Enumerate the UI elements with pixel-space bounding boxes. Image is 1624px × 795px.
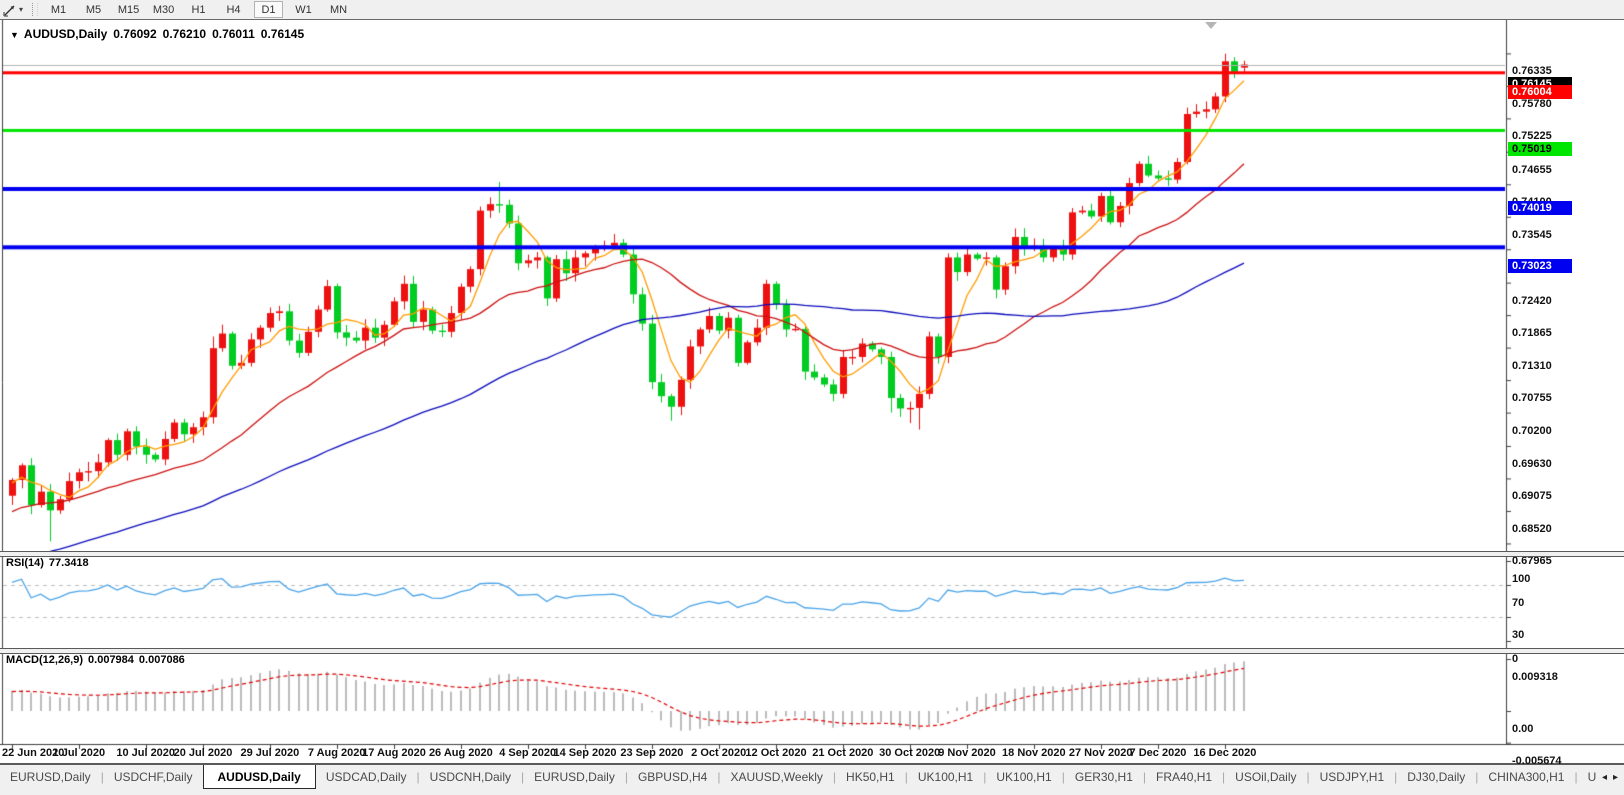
chart-tabs-bar: EURUSD,Daily | USDCHF,Daily AUDUSD,Daily USD… bbox=[0, 763, 1624, 792]
chart-ohlc-header: ▼ AUDUSD,Daily 0.76092 0.76210 0.76011 0.7614… bbox=[10, 27, 310, 41]
chart-tab-AUDUSD-Daily[interactable]: AUDUSD,Daily bbox=[202, 765, 316, 789]
price-tick-label: 0.74655 bbox=[1512, 163, 1552, 176]
timeframe-button-M30[interactable]: M30 bbox=[149, 1, 178, 18]
timeframe-button-M5[interactable]: M5 bbox=[79, 1, 108, 18]
rsi-name: RSI(14) bbox=[6, 557, 44, 569]
chart-shift-marker[interactable] bbox=[1205, 22, 1217, 29]
chart-tab-FRA40-H1[interactable]: FRA40,H1 bbox=[1146, 766, 1222, 788]
rsi-indicator-label: RSI(14) 77.3418 bbox=[6, 557, 94, 569]
chart-tab-USOil-Daily[interactable]: USOil,Daily bbox=[1225, 766, 1306, 788]
chart-tab-EURUSD-Daily[interactable]: EURUSD,Daily bbox=[524, 766, 625, 788]
timeframe-button-D1[interactable]: D1 bbox=[254, 1, 284, 18]
price-tick-label: 0.68520 bbox=[1512, 522, 1552, 535]
chart-tab-USDCNH-Daily[interactable]: USDCNH,Daily bbox=[420, 766, 521, 788]
chart-tab-CHINA300-H1[interactable]: CHINA300,H1 bbox=[1478, 766, 1574, 788]
panel-splitter-macd[interactable] bbox=[0, 648, 1624, 654]
rsi-value: 77.3418 bbox=[48, 557, 89, 569]
macd-indicator-label: MACD(12,26,9) 0.007984 0.007086 bbox=[6, 654, 190, 666]
price-tick-label: 0.71865 bbox=[1512, 327, 1552, 340]
timeframe-button-group: M1 M5 M15 M30 H1 H4 D1 W1 MN bbox=[44, 1, 353, 18]
chart-tab-DJ30-Daily[interactable]: DJ30,Daily bbox=[1397, 766, 1475, 788]
macd-value-main: 0.007984 bbox=[88, 654, 134, 666]
macd-name: MACD(12,26,9) bbox=[6, 654, 84, 666]
chart-tab-USDCAD-Daily[interactable]: USDCAD,Daily bbox=[316, 766, 417, 788]
chart-tab-GER30-H1[interactable]: GER30,H1 bbox=[1065, 766, 1143, 788]
date-tick-label: 16 Dec 2020 bbox=[1193, 747, 1257, 759]
price-tick-label: 0.72420 bbox=[1512, 294, 1552, 307]
timeframe-button-H4[interactable]: H4 bbox=[219, 1, 248, 18]
chart-tab-XAUUSD-Weekly[interactable]: XAUUSD,Weekly bbox=[720, 766, 832, 788]
price-level-badge: 0.76004 bbox=[1508, 84, 1572, 99]
price-level-badge: 0.73023 bbox=[1508, 259, 1572, 274]
price-level-badge: 0.75019 bbox=[1508, 142, 1572, 157]
chart-tab-USDJPY-H1[interactable]: USDJPY,H1 bbox=[1310, 766, 1394, 788]
tabs-scroll-controls: ◂ ▸ bbox=[1596, 765, 1624, 789]
rsi-tick-label: 70 bbox=[1512, 597, 1525, 609]
macd-tick-label: -0.005674 bbox=[1512, 754, 1562, 767]
macd-value-signal: 0.007086 bbox=[138, 654, 185, 666]
chart-toolbar: ▾ M1 M5 M15 M30 H1 H4 D1 W1 MN bbox=[0, 0, 1624, 20]
timeframe-button-M15[interactable]: M15 bbox=[114, 1, 143, 18]
status-strip bbox=[0, 790, 1624, 795]
timeframe-button-H1[interactable]: H1 bbox=[184, 1, 213, 18]
price-tick-label: 0.70755 bbox=[1512, 392, 1552, 405]
timeframe-button-M1[interactable]: M1 bbox=[44, 1, 73, 18]
chart-tabs-list: EURUSD,Daily | USDCHF,Daily AUDUSD,Daily USD… bbox=[0, 765, 1596, 789]
chart-tab-UK100-H1[interactable]: UK100,H1 bbox=[908, 766, 983, 788]
timeframe-button-MN[interactable]: MN bbox=[324, 1, 353, 18]
symbol-caret-icon: ▼ bbox=[10, 30, 19, 40]
dropdown-caret-icon: ▾ bbox=[19, 5, 24, 14]
price-level-badge: 0.74019 bbox=[1508, 201, 1572, 215]
ohlc-low: 0.76011 bbox=[212, 27, 255, 41]
tabs-scroll-left-button[interactable]: ◂ bbox=[1602, 772, 1607, 783]
toolbar-grip bbox=[32, 3, 39, 16]
timeframe-button-W1[interactable]: W1 bbox=[289, 1, 318, 18]
price-tick-label: 0.69075 bbox=[1512, 490, 1552, 503]
rsi-tick-label: 30 bbox=[1512, 629, 1525, 641]
chart-tab-EURUSD-Daily[interactable]: EURUSD,Daily bbox=[0, 766, 101, 788]
price-tick-label: 0.71310 bbox=[1512, 359, 1552, 372]
price-tick-label: 0.75780 bbox=[1512, 97, 1552, 110]
price-tick-label: 0.75225 bbox=[1512, 130, 1552, 143]
macd-tick-label: 0.00 bbox=[1512, 723, 1534, 735]
symbol-label: AUDUSD,Daily bbox=[23, 27, 108, 41]
ohlc-close: 0.76145 bbox=[260, 27, 305, 41]
cursor-tool-button[interactable]: ▾ bbox=[0, 1, 26, 18]
chart-tab-HK50-H1[interactable]: HK50,H1 bbox=[836, 766, 905, 788]
cursor-tool-icon bbox=[3, 5, 15, 16]
panel-splitter-rsi[interactable] bbox=[0, 551, 1624, 557]
chart-window: ▼ AUDUSD,Daily 0.76092 0.76210 0.76011 0.7614… bbox=[0, 19, 1624, 767]
chart-tab-USDCHF-Daily[interactable]: USDCHF,Daily bbox=[104, 766, 203, 788]
price-tick-label: 0.73545 bbox=[1512, 228, 1552, 241]
rsi-tick-label: 0 bbox=[1512, 653, 1519, 665]
chart-tab-US[interactable]: US bbox=[1578, 766, 1596, 788]
price-tick-label: 0.70200 bbox=[1512, 424, 1552, 437]
price-tick-label: 0.67965 bbox=[1512, 555, 1552, 568]
chart-tab-UK100-H1[interactable]: UK100,H1 bbox=[986, 766, 1061, 788]
trading-terminal-window: ▾ M1 M5 M15 M30 H1 H4 D1 W1 MN ▼ AUDUSD,Daily 0.76… bbox=[0, 0, 1624, 795]
rsi-tick-label: 100 bbox=[1512, 573, 1531, 585]
macd-tick-label: 0.009318 bbox=[1512, 671, 1558, 683]
ohlc-high: 0.76210 bbox=[162, 27, 207, 41]
ohlc-open: 0.76092 bbox=[113, 27, 157, 41]
tabs-scroll-right-button[interactable]: ▸ bbox=[1613, 772, 1618, 783]
price-tick-label: 0.69630 bbox=[1512, 457, 1552, 470]
chart-tab-GBPUSD-H4[interactable]: GBPUSD,H4 bbox=[628, 766, 717, 788]
